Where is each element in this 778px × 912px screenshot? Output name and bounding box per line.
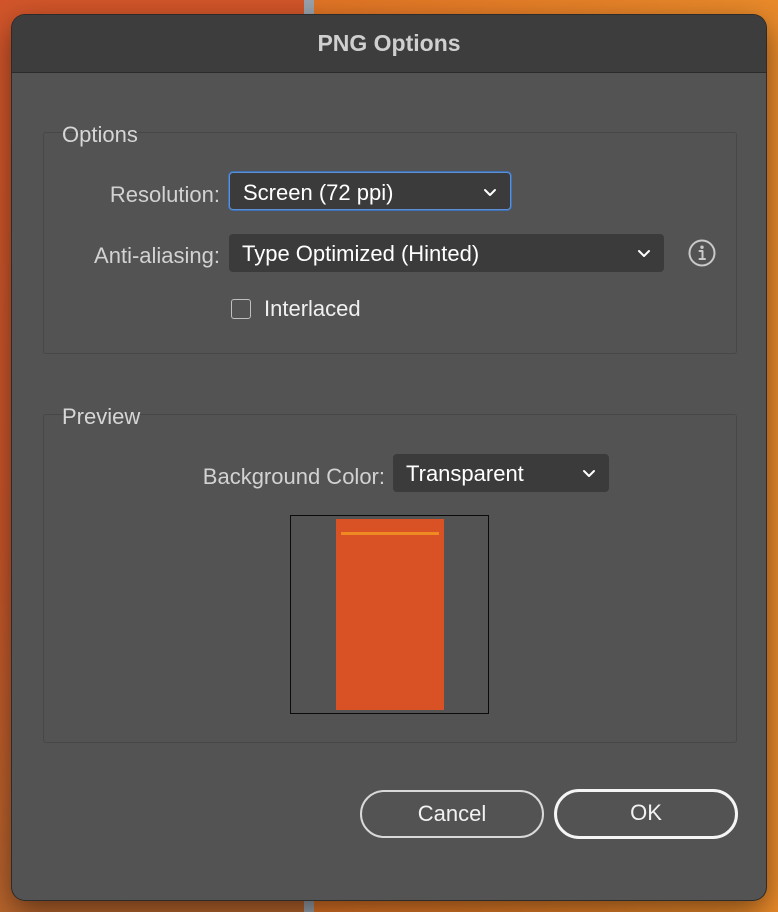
background-color-label: Background Color: — [202, 464, 385, 489]
resolution-label: Resolution: — [109, 182, 220, 207]
interlaced-checkbox[interactable] — [231, 299, 251, 319]
options-group-label: Options — [62, 122, 138, 147]
resolution-value: Screen (72 ppi) — [243, 180, 394, 205]
resolution-select[interactable]: Screen (72 ppi) — [229, 172, 511, 210]
ok-button[interactable]: OK — [554, 789, 738, 839]
anti-aliasing-value: Type Optimized (Hinted) — [242, 241, 480, 266]
cancel-button[interactable]: Cancel — [360, 790, 544, 838]
interlaced-label[interactable]: Interlaced — [264, 296, 361, 322]
chevron-down-icon — [638, 250, 650, 257]
chevron-down-icon — [583, 470, 595, 477]
preview-group-label: Preview — [62, 404, 141, 429]
png-options-dialog: PNG Options Options Resolution: Screen (… — [12, 15, 766, 900]
background-color-select[interactable]: Transparent — [393, 454, 609, 492]
title-bar[interactable]: PNG Options — [12, 15, 766, 73]
dialog-title: PNG Options — [317, 30, 461, 56]
chevron-down-icon — [484, 189, 496, 196]
background-color-value: Transparent — [406, 461, 524, 486]
preview-thumbnail — [290, 515, 489, 714]
preview-artwork-stripe — [341, 532, 439, 535]
preview-artwork — [336, 519, 444, 710]
anti-aliasing-label: Anti-aliasing: — [94, 243, 220, 268]
info-circle-icon[interactable] — [687, 238, 717, 268]
anti-aliasing-select[interactable]: Type Optimized (Hinted) — [229, 234, 664, 272]
